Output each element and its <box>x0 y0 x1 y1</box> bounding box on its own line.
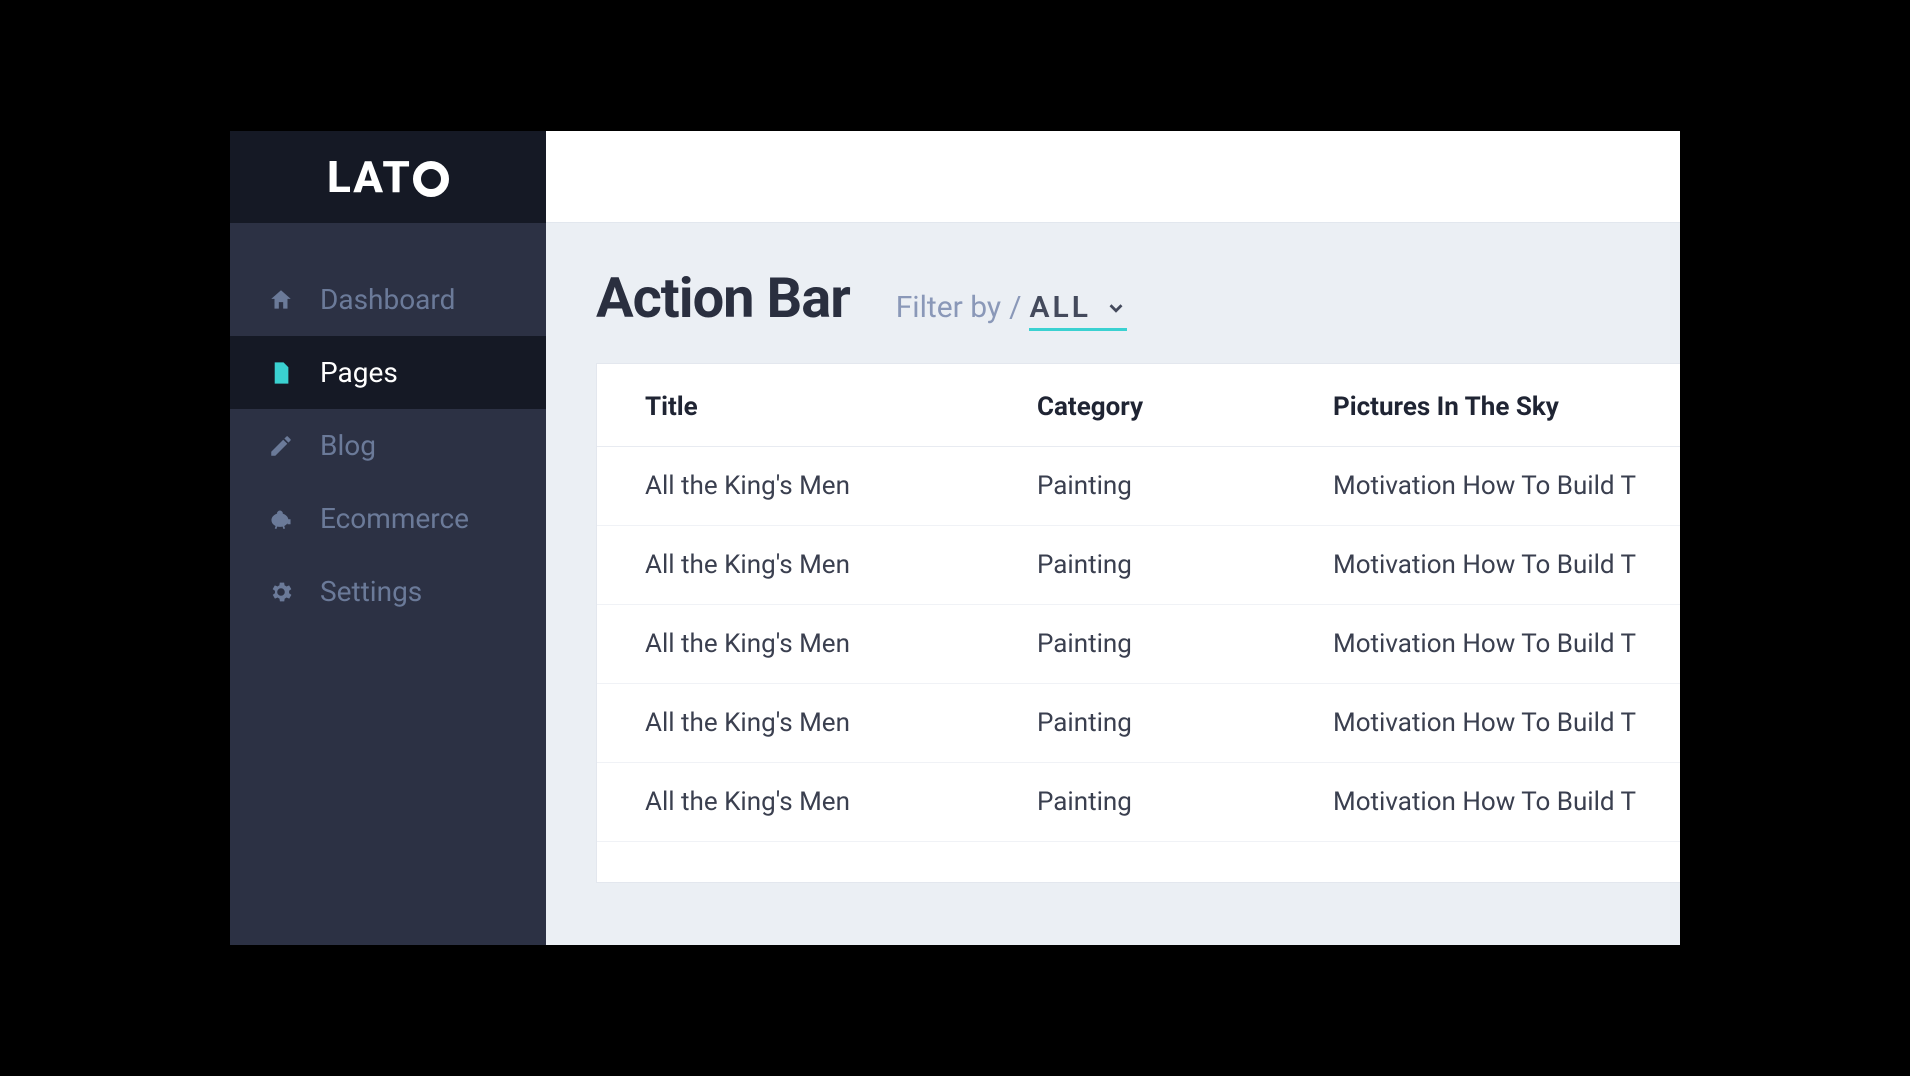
cell-title: All the King's Men <box>597 526 1037 605</box>
cell-pictures: Motivation How To Build T <box>1333 763 1680 842</box>
table-row[interactable]: All the King's Men Painting Motivation H… <box>597 684 1680 763</box>
sidebar-item-blog[interactable]: Blog <box>230 409 546 482</box>
cell-title: All the King's Men <box>597 447 1037 526</box>
table-row[interactable]: All the King's Men Painting Motivation H… <box>597 605 1680 684</box>
cell-title: All the King's Men <box>597 684 1037 763</box>
logo-text: LAT <box>327 151 449 203</box>
sidebar-item-pages[interactable]: Pages <box>230 336 546 409</box>
cell-category: Painting <box>1037 605 1333 684</box>
sidebar-item-label: Blog <box>320 429 376 462</box>
app-frame: LAT Dashboard Pages Blog <box>227 128 1683 948</box>
cell-pictures: Motivation How To Build T <box>1333 447 1680 526</box>
table-row[interactable]: All the King's Men Painting Motivation H… <box>597 526 1680 605</box>
sidebar-item-label: Ecommerce <box>320 502 469 535</box>
chevron-down-icon <box>1105 292 1127 327</box>
sidebar-item-dashboard[interactable]: Dashboard <box>230 263 546 336</box>
cell-pictures: Motivation How To Build T <box>1333 526 1680 605</box>
sidebar-item-label: Dashboard <box>320 283 455 316</box>
col-category[interactable]: Category <box>1037 364 1333 447</box>
table-row[interactable]: All the King's Men Painting Motivation H… <box>597 763 1680 842</box>
page-title: Action Bar <box>596 265 850 331</box>
cell-category: Painting <box>1037 763 1333 842</box>
home-icon <box>266 285 296 315</box>
file-icon <box>266 358 296 388</box>
main-content: Action Bar Filter by / ALL <box>546 131 1680 945</box>
content-area: Action Bar Filter by / ALL <box>546 223 1680 945</box>
data-table: Title Category Pictures In The Sky All t… <box>597 364 1680 842</box>
piggy-bank-icon <box>266 504 296 534</box>
cell-pictures: Motivation How To Build T <box>1333 684 1680 763</box>
gear-icon <box>266 577 296 607</box>
col-pictures[interactable]: Pictures In The Sky <box>1333 364 1680 447</box>
table-row[interactable]: All the King's Men Painting Motivation H… <box>597 447 1680 526</box>
sidebar-item-ecommerce[interactable]: Ecommerce <box>230 482 546 555</box>
topbar <box>546 131 1680 223</box>
cell-pictures: Motivation How To Build T <box>1333 605 1680 684</box>
sidebar-item-settings[interactable]: Settings <box>230 555 546 628</box>
filter-separator: / <box>1009 290 1021 325</box>
cell-category: Painting <box>1037 684 1333 763</box>
cell-category: Painting <box>1037 526 1333 605</box>
sidebar-item-label: Settings <box>320 575 422 608</box>
logo[interactable]: LAT <box>230 131 546 223</box>
cell-title: All the King's Men <box>597 763 1037 842</box>
col-title[interactable]: Title <box>597 364 1037 447</box>
cell-title: All the King's Men <box>597 605 1037 684</box>
filter-dropdown[interactable]: ALL <box>1029 290 1126 331</box>
filter-value-text: ALL <box>1029 290 1090 325</box>
cell-category: Painting <box>1037 447 1333 526</box>
edit-icon <box>266 431 296 461</box>
sidebar-item-label: Pages <box>320 356 398 389</box>
data-table-card: Title Category Pictures In The Sky All t… <box>596 363 1680 883</box>
sidebar-nav: Dashboard Pages Blog Ecommerce <box>230 223 546 628</box>
sidebar: LAT Dashboard Pages Blog <box>230 131 546 945</box>
action-bar: Action Bar Filter by / ALL <box>546 223 1680 363</box>
filter-by-label: Filter by <box>896 290 1001 325</box>
